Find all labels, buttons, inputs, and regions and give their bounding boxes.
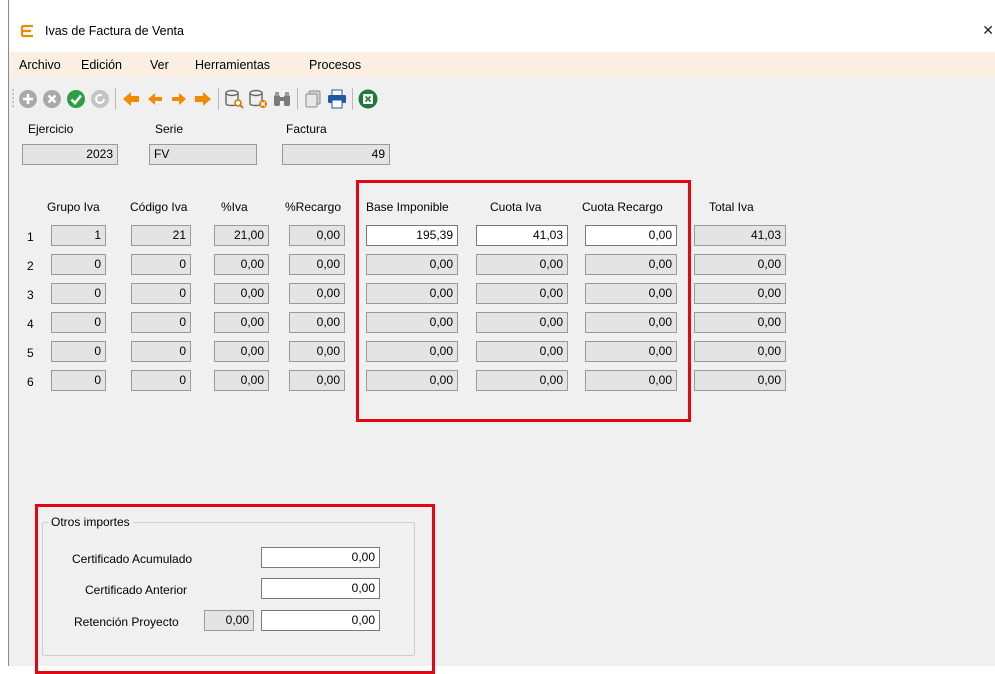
pct-iva-field[interactable]: 0,00 — [214, 341, 269, 362]
pct-recargo-field[interactable]: 0,00 — [289, 254, 345, 275]
pct-recargo-field[interactable]: 0,00 — [289, 341, 345, 362]
menu-ver[interactable]: Ver — [150, 58, 169, 72]
find-binoculars-icon[interactable] — [272, 89, 292, 109]
pct-recargo-field[interactable]: 0,00 — [289, 312, 345, 333]
pct-iva-field[interactable]: 21,00 — [214, 225, 269, 246]
pct-iva-field[interactable]: 0,00 — [214, 370, 269, 391]
total-iva-field[interactable]: 0,00 — [694, 341, 786, 362]
total-iva-field[interactable]: 0,00 — [694, 370, 786, 391]
last-record-icon[interactable] — [193, 89, 213, 109]
menu-bar: Archivo Edición Ver Herramientas Proceso… — [9, 52, 995, 77]
row-number: 5 — [27, 346, 34, 360]
app-logo-icon — [20, 24, 33, 38]
factura-label: Factura — [286, 122, 327, 136]
serie-field[interactable]: FV — [149, 144, 257, 165]
toolbar-grip[interactable] — [12, 88, 14, 108]
search-database-icon[interactable] — [224, 89, 244, 109]
ejercicio-label: Ejercicio — [28, 122, 74, 136]
pct-iva-field[interactable]: 0,00 — [214, 283, 269, 304]
toolbar-separator — [352, 88, 353, 110]
grupo-iva-field[interactable]: 0 — [51, 254, 106, 275]
menu-procesos[interactable]: Procesos — [309, 58, 361, 72]
cancel-icon[interactable] — [42, 89, 62, 109]
grupo-iva-field[interactable]: 0 — [51, 370, 106, 391]
column-header-grupo-iva: Grupo Iva — [47, 200, 100, 214]
grupo-iva-field[interactable]: 0 — [51, 341, 106, 362]
next-record-icon[interactable] — [169, 89, 189, 109]
column-header-pct-iva: %Iva — [221, 200, 248, 214]
pct-iva-field[interactable]: 0,00 — [214, 254, 269, 275]
codigo-iva-field[interactable]: 0 — [131, 254, 191, 275]
grupo-iva-field[interactable]: 1 — [51, 225, 106, 246]
print-icon[interactable] — [327, 89, 347, 109]
excel-export-icon[interactable] — [358, 89, 378, 109]
menu-herramientas[interactable]: Herramientas — [195, 58, 270, 72]
codigo-iva-field[interactable]: 0 — [131, 312, 191, 333]
refresh-icon[interactable] — [90, 89, 110, 109]
invoice-vat-window: Ivas de Factura de Venta ✕ Archivo Edici… — [8, 0, 995, 674]
confirm-icon[interactable] — [66, 89, 86, 109]
total-iva-field[interactable]: 41,03 — [694, 225, 786, 246]
add-icon[interactable] — [18, 89, 38, 109]
row-number: 4 — [27, 317, 34, 331]
menu-archivo[interactable]: Archivo — [19, 58, 61, 72]
toolbar-separator — [218, 88, 219, 110]
grupo-iva-field[interactable]: 0 — [51, 283, 106, 304]
row-number: 2 — [27, 259, 34, 273]
codigo-iva-field[interactable]: 21 — [131, 225, 191, 246]
first-record-icon[interactable] — [121, 89, 141, 109]
codigo-iva-field[interactable]: 0 — [131, 341, 191, 362]
pct-recargo-field[interactable]: 0,00 — [289, 370, 345, 391]
column-header-pct-recargo: %Recargo — [285, 200, 342, 214]
close-icon[interactable]: ✕ — [982, 22, 994, 39]
codigo-iva-field[interactable]: 0 — [131, 283, 191, 304]
column-header-codigo-iva: Código Iva — [130, 200, 188, 214]
row-number: 6 — [27, 375, 34, 389]
row-number: 1 — [27, 230, 34, 244]
pct-iva-field[interactable]: 0,00 — [214, 312, 269, 333]
pct-recargo-field[interactable]: 0,00 — [289, 283, 345, 304]
previous-record-icon[interactable] — [145, 89, 165, 109]
delete-database-icon[interactable] — [248, 89, 268, 109]
column-header-total-iva: Total Iva — [709, 200, 754, 214]
serie-label: Serie — [155, 122, 184, 136]
menu-edicion[interactable]: Edición — [81, 58, 122, 72]
grupo-iva-field[interactable]: 0 — [51, 312, 106, 333]
toolbar-separator — [115, 88, 116, 110]
total-iva-field[interactable]: 0,00 — [694, 312, 786, 333]
title-bar: Ivas de Factura de Venta ✕ — [9, 0, 995, 52]
ejercicio-field[interactable]: 2023 — [22, 144, 118, 165]
row-number: 3 — [27, 288, 34, 302]
toolbar — [9, 78, 995, 118]
codigo-iva-field[interactable]: 0 — [131, 370, 191, 391]
highlight-box-tax-columns — [356, 180, 691, 422]
toolbar-separator — [297, 88, 298, 110]
window-title: Ivas de Factura de Venta — [45, 24, 184, 38]
pct-recargo-field[interactable]: 0,00 — [289, 225, 345, 246]
copy-icon[interactable] — [303, 89, 323, 109]
total-iva-field[interactable]: 0,00 — [694, 254, 786, 275]
total-iva-field[interactable]: 0,00 — [694, 283, 786, 304]
highlight-box-otros-importes — [35, 504, 435, 674]
factura-field[interactable]: 49 — [282, 144, 390, 165]
